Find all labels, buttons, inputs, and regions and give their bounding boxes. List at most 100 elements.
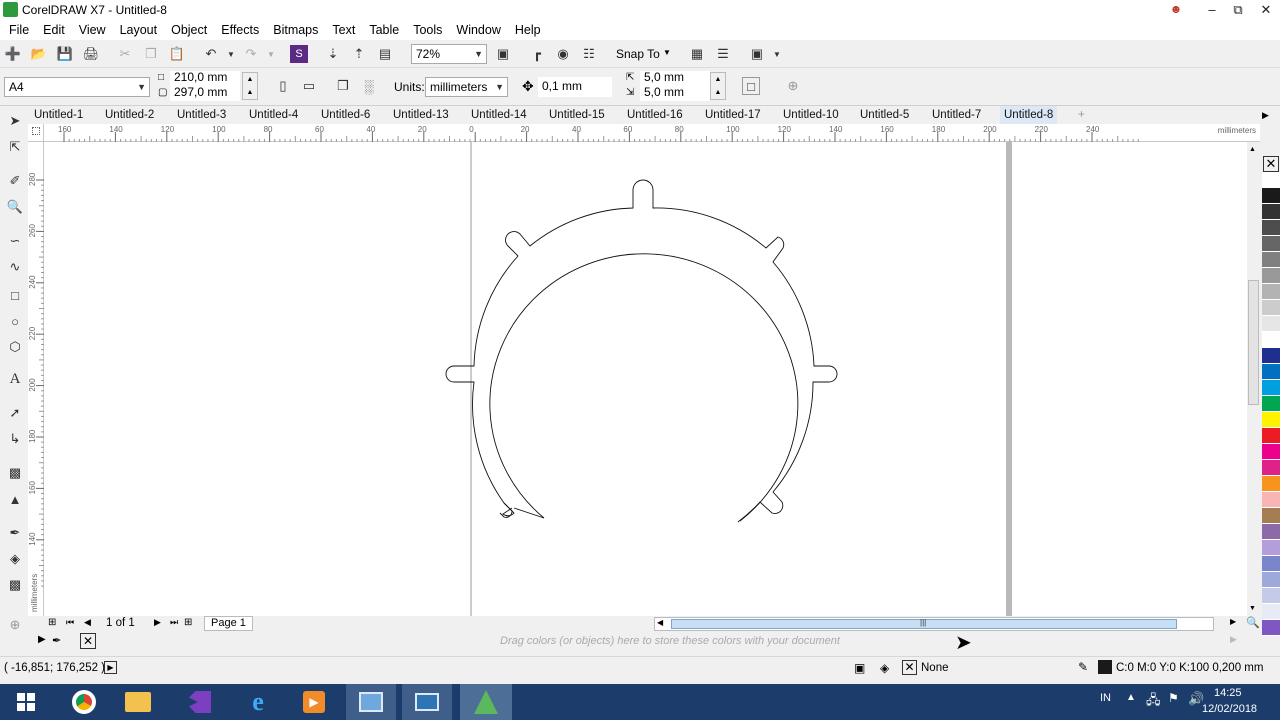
previous-page-icon[interactable]: ◀	[84, 617, 91, 628]
color-swatch[interactable]	[1262, 476, 1280, 492]
clock-time[interactable]: 14:25	[1214, 687, 1242, 699]
duplicate-x-field[interactable]: 5,0 mm	[640, 71, 710, 86]
menu-edit[interactable]: Edit	[36, 20, 72, 40]
open-icon[interactable]: 📂	[30, 45, 48, 63]
nudge-distance-field[interactable]: 0,1 mm	[538, 77, 612, 97]
pick-tool-icon[interactable]: ➤	[6, 112, 24, 130]
taskbar-coreldraw[interactable]	[460, 684, 512, 720]
show-rulers-icon[interactable]: ┏	[528, 45, 546, 63]
menu-tools[interactable]: Tools	[406, 20, 449, 40]
network-icon[interactable]: 🖧	[1146, 691, 1161, 713]
snap-to-dropdown-icon[interactable]: ▼	[663, 48, 671, 57]
color-swatch[interactable]	[1262, 188, 1280, 204]
outer-gear-ring-shape[interactable]	[445, 179, 838, 523]
copy-icon[interactable]: ❐	[142, 45, 160, 63]
page-height-field[interactable]: 297,0 mm	[170, 86, 240, 101]
color-swatch[interactable]	[1262, 604, 1280, 620]
paste-icon[interactable]: 📋	[168, 45, 186, 63]
tab-untitled-5[interactable]: Untitled-5	[856, 106, 913, 124]
color-swatch[interactable]	[1262, 252, 1280, 268]
color-swatch[interactable]	[1262, 268, 1280, 284]
zoom-tool-icon[interactable]: 🔍	[6, 198, 24, 216]
treat-as-filled-icon[interactable]: □	[742, 77, 760, 95]
landscape-icon[interactable]: ▭	[300, 77, 318, 95]
tab-untitled-6[interactable]: Untitled-6	[317, 106, 374, 124]
undo-dropdown-icon[interactable]: ▼	[222, 45, 240, 63]
text-tool-icon[interactable]: A	[6, 370, 24, 388]
tab-untitled-3[interactable]: Untitled-3	[173, 106, 230, 124]
tab-untitled-13[interactable]: Untitled-13	[389, 106, 453, 124]
save-icon[interactable]: 💾	[56, 45, 74, 63]
color-swatch[interactable]	[1262, 588, 1280, 604]
print-icon[interactable]: 🖨	[82, 45, 100, 63]
tab-untitled-15[interactable]: Untitled-15	[545, 106, 609, 124]
current-page-icon[interactable]: ░	[360, 77, 378, 95]
menu-effects[interactable]: Effects	[214, 20, 266, 40]
vertical-scrollbar[interactable]: ▲ ▼	[1247, 142, 1260, 616]
export-icon[interactable]: ⇡	[350, 45, 368, 63]
add-page-before-icon[interactable]: ⊞	[48, 617, 56, 628]
tab-untitled-16[interactable]: Untitled-16	[623, 106, 687, 124]
palette-scroll-up-icon[interactable]: ▶	[1262, 110, 1269, 121]
scroll-right-icon[interactable]: ▶	[1230, 617, 1236, 626]
color-swatch[interactable]	[1262, 396, 1280, 412]
horizontal-scroll-thumb[interactable]: |||	[671, 618, 1177, 629]
outline-color-swatch[interactable]	[1098, 660, 1112, 674]
ellipse-tool-icon[interactable]: ○	[6, 312, 24, 330]
drawing-canvas[interactable]	[44, 142, 1247, 616]
options-icon[interactable]: ▦	[688, 45, 706, 63]
no-color-swatch[interactable]: ✕	[1263, 156, 1279, 172]
input-language[interactable]: IN	[1100, 692, 1111, 704]
taskbar-app-1[interactable]	[346, 684, 396, 720]
ruler-origin[interactable]	[28, 124, 44, 142]
color-proof-icon[interactable]: ▣	[854, 661, 865, 675]
show-hidden-icons-icon[interactable]: ▲	[1126, 692, 1136, 703]
color-swatch[interactable]	[1262, 220, 1280, 236]
tab-untitled-1[interactable]: Untitled-1	[30, 106, 87, 124]
eyedropper-icon[interactable]: ✒	[6, 524, 24, 542]
shape-tool-icon[interactable]: ⇱	[6, 138, 24, 156]
color-swatch[interactable]	[1262, 380, 1280, 396]
align-icon[interactable]: ☰	[714, 45, 732, 63]
minimize-button[interactable]: –	[1198, 0, 1226, 20]
full-screen-icon[interactable]: ▣	[494, 45, 512, 63]
color-swatch[interactable]	[1262, 316, 1280, 332]
taskbar-internet-explorer[interactable]: e	[232, 684, 284, 720]
scroll-down-icon[interactable]: ▼	[1249, 605, 1256, 612]
color-swatch[interactable]	[1262, 348, 1280, 364]
restore-button[interactable]: ⧉	[1224, 0, 1252, 20]
tab-untitled-2[interactable]: Untitled-2	[101, 106, 158, 124]
menu-file[interactable]: File	[2, 20, 36, 40]
color-swatch[interactable]	[1262, 332, 1280, 348]
portrait-icon[interactable]: ▯	[274, 77, 292, 95]
color-swatch[interactable]	[1262, 284, 1280, 300]
scroll-up-icon[interactable]: ▲	[1249, 146, 1256, 153]
redo-icon[interactable]: ↷	[242, 45, 260, 63]
status-play-icon[interactable]: ▶	[104, 661, 117, 674]
publish-pdf-icon[interactable]: ▤	[376, 45, 394, 63]
color-swatch[interactable]	[1262, 428, 1280, 444]
tab-untitled-17[interactable]: Untitled-17	[701, 106, 765, 124]
clock-date[interactable]: 12/02/2018	[1202, 703, 1257, 715]
color-swatch[interactable]	[1262, 460, 1280, 476]
duplicate-stepper[interactable]: ▲ ▲	[710, 72, 726, 100]
next-page-icon[interactable]: ▶	[154, 617, 161, 628]
all-pages-icon[interactable]: ❐	[334, 77, 352, 95]
crop-tool-icon[interactable]: ✐	[6, 172, 24, 190]
add-tab-icon[interactable]: +	[1074, 106, 1089, 124]
add-tool-icon[interactable]: ⊕	[6, 616, 24, 634]
flag-icon[interactable]: ⚑	[1168, 691, 1179, 705]
search-content-icon[interactable]: S	[290, 45, 308, 63]
zoom-navigator-icon[interactable]: 🔍	[1246, 616, 1260, 629]
smart-fill-icon[interactable]: ▩	[6, 576, 24, 594]
add-page-after-icon[interactable]: ⊞	[184, 617, 192, 628]
taskbar-visual-studio[interactable]	[174, 684, 226, 720]
taskbar-chrome[interactable]	[58, 684, 110, 720]
show-guidelines-icon[interactable]: ☷	[580, 45, 598, 63]
drop-shadow-icon[interactable]: ▩	[6, 464, 24, 482]
user-icon[interactable]: ☻	[1168, 2, 1184, 18]
new-document-icon[interactable]: ➕	[4, 45, 22, 63]
color-swatch[interactable]	[1262, 540, 1280, 556]
tab-untitled-10[interactable]: Untitled-10	[779, 106, 843, 124]
cut-icon[interactable]: ✂	[116, 45, 134, 63]
